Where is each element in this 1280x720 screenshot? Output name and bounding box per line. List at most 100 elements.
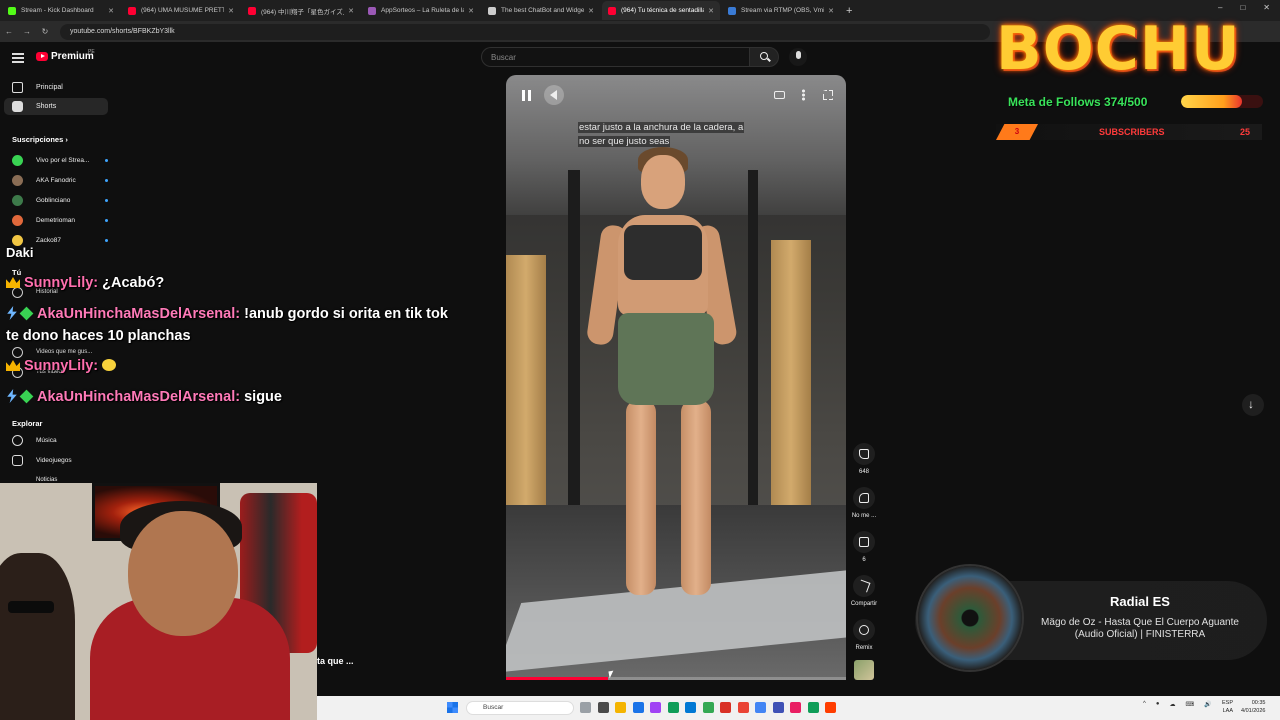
taskbar-app-icon[interactable] <box>737 702 749 713</box>
subscription-item[interactable]: Vivo por el Strea... <box>12 152 108 168</box>
hamburger-menu-icon[interactable] <box>12 53 24 63</box>
maximize-icon[interactable]: □ <box>1240 3 1245 12</box>
sidebar-item-shorts[interactable]: Shorts <box>4 98 108 115</box>
close-window-icon[interactable]: ✕ <box>1263 3 1270 12</box>
tray-icon[interactable]: ☁ <box>1169 701 1175 708</box>
captions-icon[interactable] <box>774 91 785 99</box>
tab-close-icon[interactable]: ✕ <box>108 7 114 15</box>
person-top <box>624 225 702 280</box>
sidebar-item-music[interactable]: Música <box>12 432 102 448</box>
pause-icon[interactable] <box>522 90 531 101</box>
tray-icon[interactable]: ⌨ <box>1185 701 1194 708</box>
search-button[interactable] <box>749 47 779 67</box>
subscribers-goal: 25 <box>1240 127 1251 137</box>
remix-icon <box>859 625 869 635</box>
tab-favicon-icon <box>728 6 736 15</box>
tab-close-icon[interactable]: ✕ <box>348 7 354 15</box>
remix-button[interactable]: Remix <box>848 619 880 651</box>
tab-favicon-icon <box>608 6 616 15</box>
comments-button[interactable]: 6 <box>848 531 880 563</box>
browser-tab[interactable]: AppSorteos – La Ruleta de la S ✕ <box>362 1 480 20</box>
tab-close-icon[interactable]: ✕ <box>588 7 594 15</box>
like-button[interactable]: 648 <box>848 443 880 475</box>
taskbar-app-icon[interactable] <box>632 702 644 713</box>
taskbar-app-icon[interactable] <box>807 702 819 713</box>
browser-tab[interactable]: (964) 中川翔子「星色ガイズ」～ ✕ <box>242 1 360 20</box>
tab-close-icon[interactable]: ✕ <box>708 7 714 15</box>
tray-icon[interactable]: ^ <box>1143 701 1146 708</box>
browser-tab[interactable]: The best ChatBot and Widgets ✕ <box>482 1 600 20</box>
video-subtitle: estar justo a la anchura de la cadera, a… <box>578 122 745 147</box>
browser-tab[interactable]: (964) Tu técnica de sentadilla si ✕ <box>602 1 720 20</box>
taskbar-app-icon[interactable] <box>702 702 714 713</box>
voice-search-icon[interactable] <box>789 48 807 66</box>
audio-thumbnail[interactable] <box>854 660 874 680</box>
search-icon <box>760 52 768 60</box>
taskbar-app-icon[interactable] <box>772 702 784 713</box>
taskbar-app-icon[interactable] <box>650 702 661 713</box>
reload-icon[interactable]: ↻ <box>36 27 54 36</box>
more-options-icon[interactable] <box>802 89 805 101</box>
tab-title: Stream - Kick Dashboard <box>21 7 94 14</box>
bolt-icon <box>7 306 17 320</box>
tab-title: Stream via RTMP (OBS, Vmix, Z <box>741 7 824 14</box>
url-field[interactable]: youtube.com/shorts/BFBKZbY3llk <box>60 23 990 40</box>
new-tab-icon[interactable]: + <box>846 5 852 17</box>
windows-start-icon[interactable] <box>447 702 458 713</box>
taskbar-app-icon[interactable] <box>755 702 766 713</box>
browser-tab[interactable]: Stream via RTMP (OBS, Vmix, Z ✕ <box>722 1 840 20</box>
stream-brand-logo: BOCHU <box>996 14 1241 84</box>
taskbar-app-icon[interactable] <box>720 702 731 713</box>
tab-close-icon[interactable]: ✕ <box>228 7 234 15</box>
taskbar-app-icon[interactable] <box>825 702 836 713</box>
chat-partial-line: Daki <box>6 245 34 260</box>
volume-icon[interactable] <box>544 85 564 105</box>
subscription-item[interactable]: AKA Fanodric <box>12 172 108 188</box>
browser-tab[interactable]: (964) UMA MUSUME PRETTY D✕ <box>122 1 240 20</box>
person-head <box>641 155 685 209</box>
gym-pillar <box>771 240 811 510</box>
tab-close-icon[interactable]: ✕ <box>468 7 474 15</box>
tray-icon[interactable]: ● <box>1156 701 1160 708</box>
forward-icon[interactable]: → <box>18 27 36 36</box>
tab-close-icon[interactable]: ✕ <box>828 7 834 15</box>
subscription-item[interactable]: Goblinciano <box>12 192 108 208</box>
url-text: youtube.com/shorts/BFBKZbY3llk <box>70 28 175 35</box>
subscriptions-heading[interactable]: Suscripciones › <box>12 135 68 144</box>
sidebar-item-home[interactable]: Principal <box>4 79 108 96</box>
follow-goal-fill <box>1181 95 1243 108</box>
sidebar-item-label: Principal <box>36 84 63 91</box>
youtube-logo-icon[interactable] <box>36 52 48 61</box>
taskbar-app-icon[interactable] <box>597 702 609 713</box>
search-input[interactable]: Buscar <box>481 47 749 67</box>
browser-tab[interactable]: Stream - Kick Dashboard ✕ <box>2 1 120 20</box>
gym-rack <box>568 170 580 530</box>
taskbar-app-icon[interactable] <box>580 702 591 713</box>
sidebar-item-gaming[interactable]: Videojuegos <box>12 452 102 468</box>
subscription-item[interactable]: Demetrioman <box>12 212 108 228</box>
system-clock[interactable]: ESP LAA 00:35 4/01/2026 <box>1222 699 1265 715</box>
minimize-icon[interactable]: – <box>1218 3 1222 12</box>
channel-name: AKA Fanodric <box>36 176 76 184</box>
sidebar-item-label: Shorts <box>36 103 57 110</box>
next-video-arrow-icon[interactable] <box>1242 394 1264 416</box>
back-icon[interactable]: ← <box>0 27 18 36</box>
tab-favicon-icon <box>8 6 16 15</box>
shorts-video-player[interactable]: estar justo a la anchura de la cadera, a… <box>506 75 846 680</box>
webcam-feed <box>0 483 317 720</box>
second-person <box>0 553 75 720</box>
gym-pillar <box>506 255 546 535</box>
gem-icon <box>19 389 34 404</box>
taskbar-app-icon[interactable] <box>667 702 679 713</box>
taskbar-app-icon[interactable] <box>685 702 696 713</box>
share-button[interactable]: Compartir <box>848 575 880 607</box>
tray-icon[interactable]: 🔊 <box>1204 701 1211 708</box>
thumbs-up-icon <box>859 449 869 459</box>
taskbar-app-icon[interactable] <box>790 702 801 713</box>
emote-icon <box>102 359 117 371</box>
share-label: Compartir <box>850 601 878 607</box>
taskbar-search[interactable]: Buscar <box>466 701 574 715</box>
video-progress-bar[interactable] <box>506 677 846 680</box>
taskbar-app-icon[interactable] <box>615 702 626 713</box>
dislike-button[interactable]: No me ... <box>848 487 880 519</box>
